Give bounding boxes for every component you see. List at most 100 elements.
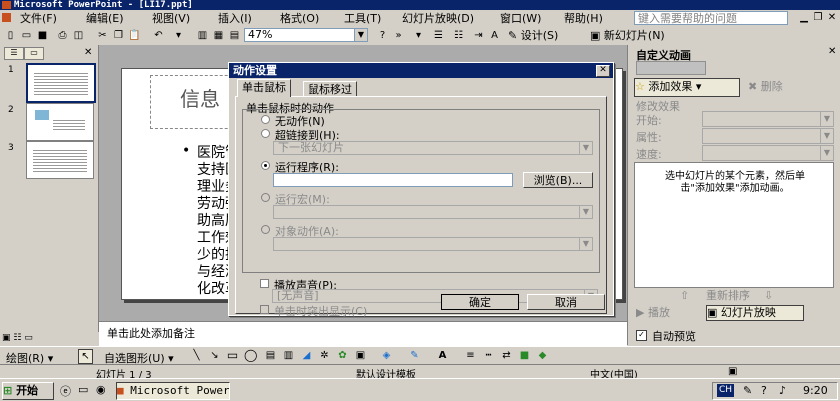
bullets-icon[interactable]: ☷ — [452, 29, 465, 42]
start-button[interactable]: ⊞ 开始 — [2, 382, 54, 400]
menu-view[interactable]: 视图(V) — [152, 12, 190, 26]
document-icon[interactable] — [2, 13, 11, 22]
zoom-value: 47% — [248, 28, 273, 41]
copy-icon[interactable]: ❐ — [112, 29, 125, 42]
table-icon[interactable]: ▦ — [212, 29, 225, 42]
oval-icon[interactable]: ◯ — [244, 349, 257, 362]
slide-thumbnail-1[interactable] — [26, 63, 96, 103]
new-icon[interactable]: ▯ — [4, 29, 17, 42]
menu-file[interactable]: 文件(F) — [20, 12, 57, 26]
autopreview-checkbox[interactable]: ✓ — [636, 330, 647, 341]
close-pane-icon[interactable]: ✕ — [84, 47, 92, 58]
line-style-icon[interactable]: ≡ — [464, 349, 477, 362]
slides-tab[interactable]: ▭ — [24, 47, 44, 60]
reorder-up-icon[interactable]: ⇧ — [680, 289, 689, 303]
star-icon: ☆ — [635, 80, 645, 93]
select-pointer-icon[interactable]: ↖ — [78, 349, 93, 364]
preview-icon[interactable]: ◫ — [72, 29, 85, 42]
notes-pane[interactable]: 单击此处添加备注 — [99, 321, 627, 346]
menu-edit[interactable]: 编辑(E) — [86, 12, 124, 26]
restore-icon[interactable]: ❐ — [812, 12, 824, 24]
design-button[interactable]: ✎ 设计(S) — [508, 29, 558, 42]
cancel-button[interactable]: 取消 — [527, 294, 605, 310]
run-program-input[interactable] — [273, 173, 513, 187]
paste-icon[interactable]: 📋 — [128, 29, 141, 42]
slideshow-button[interactable]: ▣ 幻灯片放映 — [706, 305, 804, 321]
menu-window[interactable]: 窗口(W) — [500, 12, 541, 26]
notes-placeholder: 单击此处添加备注 — [107, 327, 195, 340]
add-effect-button[interactable]: ☆ 添加效果 ▾ — [634, 78, 740, 97]
indent-icon[interactable]: ⇥ — [472, 29, 485, 42]
font-color-icon[interactable]: A — [436, 349, 449, 362]
quicklaunch-ie-icon[interactable]: ⓔ — [60, 383, 71, 399]
tab-mouse-click[interactable]: 单击鼠标 — [237, 79, 291, 97]
open-icon[interactable]: ▭ — [20, 29, 33, 42]
cut-icon[interactable]: ✂ — [96, 29, 109, 42]
run-program-radio[interactable] — [261, 161, 270, 170]
bullet-marker: • — [182, 143, 191, 159]
vertical-textbox-icon[interactable]: ▥ — [282, 349, 295, 362]
play-button[interactable]: ▶ 播放 — [636, 306, 698, 320]
slide-thumbnail-2[interactable] — [26, 103, 94, 141]
dash-style-icon[interactable]: ┅ — [482, 349, 495, 362]
undo-icon[interactable]: ↶ — [152, 29, 165, 42]
hyperlink-radio[interactable] — [261, 129, 270, 138]
task-pane-nav[interactable] — [636, 61, 706, 75]
volume-icon[interactable]: ♪ — [779, 384, 786, 397]
chevron-down-icon[interactable]: ▼ — [354, 29, 367, 41]
taskbar-app-powerpoint[interactable]: ■ Microsoft PowerPoin... — [116, 382, 230, 400]
view-buttons[interactable]: ▣ ☷ ▭ — [2, 333, 33, 343]
fill-color-icon[interactable]: ◈ — [380, 349, 393, 362]
new-slide-button[interactable]: ▣ 新幻灯片(N) — [590, 29, 665, 42]
browse-button[interactable]: 浏览(B)... — [523, 172, 593, 188]
menu-slideshow[interactable]: 幻灯片放映(D) — [402, 12, 474, 26]
3d-icon[interactable]: ◆ — [536, 349, 549, 362]
outline-tab[interactable]: ☰ — [4, 47, 24, 60]
object-action-select: ▼ — [273, 237, 593, 251]
grid-icon[interactable]: ▤ — [228, 29, 241, 42]
zoom-select[interactable]: 47% ▼ — [244, 28, 368, 42]
close-icon[interactable]: ✕ — [596, 65, 610, 77]
help-icon[interactable]: ? — [761, 384, 767, 397]
help-icon[interactable]: ? — [376, 29, 389, 42]
menu-help[interactable]: 帮助(H) — [564, 12, 603, 26]
menu-tools[interactable]: 工具(T) — [344, 12, 381, 26]
ok-button[interactable]: 确定 — [441, 294, 519, 310]
quicklaunch-media-icon[interactable]: ◉ — [96, 383, 106, 396]
shadow-icon[interactable]: ■ — [518, 349, 531, 362]
wordart-icon[interactable]: ◢ — [300, 349, 313, 362]
language-indicator[interactable]: CH — [717, 384, 735, 397]
delete-effect-button[interactable]: ✖ 删除 — [748, 78, 798, 95]
close-icon[interactable]: ✕ — [826, 12, 838, 24]
more-icon[interactable]: » — [392, 29, 405, 42]
play-sound-checkbox[interactable] — [260, 279, 269, 288]
line-icon[interactable]: ╲ — [190, 349, 203, 362]
effects-list[interactable]: 选中幻灯片的某个元素，然后单击"添加效果"添加动画。 — [634, 162, 834, 288]
arrow-style-icon[interactable]: ⇄ — [500, 349, 513, 362]
numbering-icon[interactable]: ☰ — [432, 29, 445, 42]
arrow-icon[interactable]: ↘ — [208, 349, 221, 362]
input-method-icon[interactable]: ✎ — [743, 384, 752, 397]
menu-insert[interactable]: 插入(I) — [218, 12, 252, 26]
tab-mouse-over[interactable]: 鼠标移过 — [303, 81, 357, 97]
slide-thumbnail-3[interactable] — [26, 141, 94, 179]
print-icon[interactable]: ⎙ — [56, 29, 69, 42]
line-color-icon[interactable]: ✎ — [408, 349, 421, 362]
font-size-icon[interactable]: A — [488, 29, 501, 42]
reorder-down-icon[interactable]: ⇩ — [764, 289, 773, 303]
none-radio[interactable] — [261, 115, 270, 124]
minimize-icon[interactable]: ▁ — [798, 12, 810, 24]
chart-icon[interactable]: ▥ — [196, 29, 209, 42]
diagram-icon[interactable]: ✲ — [318, 349, 331, 362]
close-icon[interactable]: ✕ — [828, 46, 836, 57]
quicklaunch-desktop-icon[interactable]: ▭ — [78, 383, 88, 396]
textbox-icon[interactable]: ▤ — [264, 349, 277, 362]
picture-icon[interactable]: ▣ — [354, 349, 367, 362]
menu-format[interactable]: 格式(O) — [280, 12, 319, 26]
redo-icon[interactable]: ▾ — [172, 29, 185, 42]
clipart-icon[interactable]: ✿ — [336, 349, 349, 362]
help-search-input[interactable]: 键入需要帮助的问题 — [634, 11, 788, 25]
toolbar-options-icon[interactable]: ▾ — [412, 29, 425, 42]
save-icon[interactable]: ■ — [36, 29, 49, 42]
rectangle-icon[interactable]: ▭ — [226, 349, 239, 362]
